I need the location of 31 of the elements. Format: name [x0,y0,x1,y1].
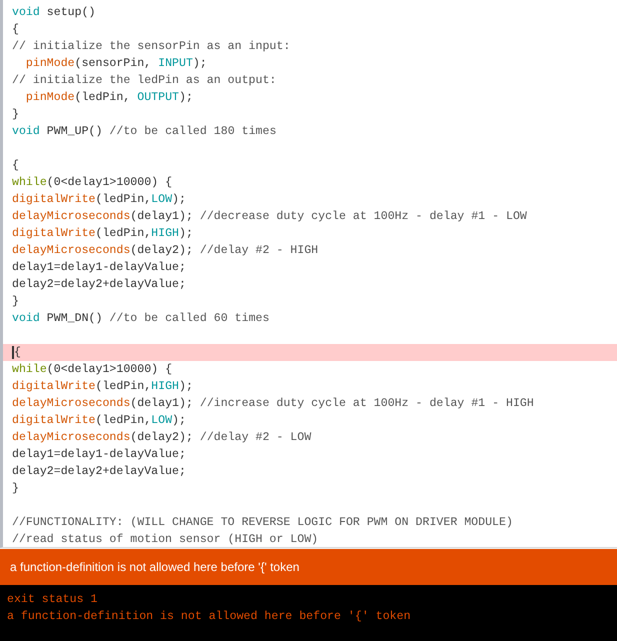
code-line: //FUNCTIONALITY: (WILL CHANGE TO REVERSE LOGIC FOR PWM ON DRIVER MODULE) [11,515,514,531]
console-line: a function-definition is not allowed here before '{' token [7,609,412,625]
error-message-bar: a function-definition is not allowed here before '{' token [0,548,617,585]
code-line: digitalWrite(ledPin,LOW); [11,413,187,429]
code-line: // initialize the ledPin as an output: [11,73,278,89]
code-line: { [11,22,20,38]
code-line: // initialize the sensorPin as an input: [11,39,292,55]
code-line: pinMode(ledPin, OUTPUT); [24,90,194,106]
console-line: exit status 1 [7,592,98,608]
code-line: while(0<delay1>10000) { [11,175,174,191]
code-line: { [11,158,20,174]
code-line: } [11,481,20,497]
code-line: delayMicroseconds(delay1); //increase duty cycle at 100Hz - delay #1 - HIGH [11,396,535,412]
code-line: } [11,107,20,123]
code-line: void PWM_UP() //to be called 180 times [11,124,278,140]
code-line: delayMicroseconds(delay1); //decrease duty cycle at 100Hz - delay #1 - LOW [11,209,528,225]
code-line: while(0<delay1>10000) { [11,362,174,378]
code-line: digitalWrite(ledPin,HIGH); [11,379,194,395]
code-line: delay2=delay2+delayValue; [11,464,187,480]
code-line: void PWM_DN() //to be called 60 times [11,311,270,327]
code-line: pinMode(sensorPin, INPUT); [24,56,208,72]
code-line: digitalWrite(ledPin,HIGH); [11,226,194,242]
code-line: //read status of motion sensor (HIGH or LOW) [11,532,320,548]
code-line: delay2=delay2+delayValue; [11,277,187,293]
code-line: void setup() [11,5,97,21]
code-line: digitalWrite(ledPin,LOW); [11,192,187,208]
code-line: delayMicroseconds(delay2); //delay #2 - LOW [11,430,312,446]
code-line: delay1=delay1-delayValue; [11,447,187,463]
code-line: delayMicroseconds(delay2); //delay #2 - HIGH [11,243,320,259]
code-line: delay1=delay1-delayValue; [11,260,187,276]
code-line: } [11,294,20,310]
